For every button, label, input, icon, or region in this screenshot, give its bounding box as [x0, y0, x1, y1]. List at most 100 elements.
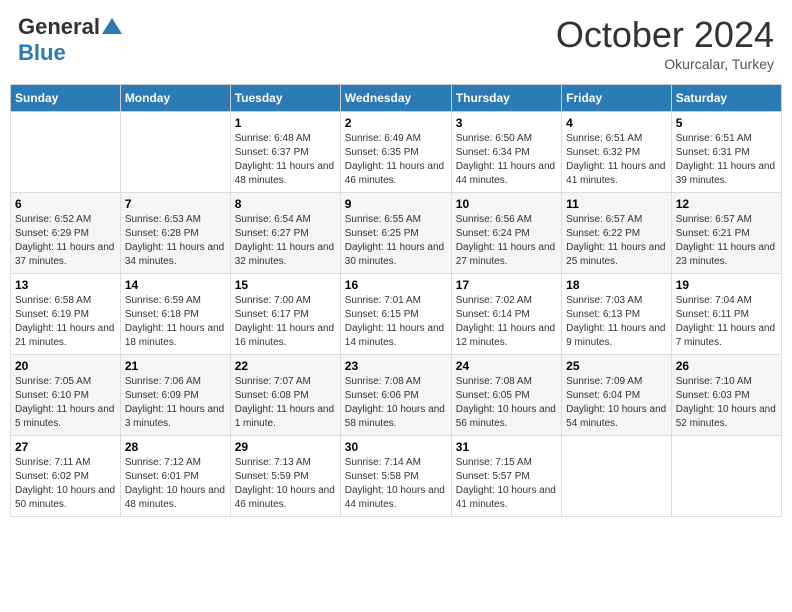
- day-number: 13: [15, 278, 116, 292]
- day-info: Sunrise: 6:57 AMSunset: 6:22 PMDaylight:…: [566, 213, 667, 269]
- day-number: 9: [345, 197, 447, 211]
- calendar-cell: [671, 436, 781, 517]
- calendar-cell: 17 Sunrise: 7:02 AMSunset: 6:14 PMDayligh…: [451, 274, 561, 355]
- week-row-2: 6 Sunrise: 6:52 AMSunset: 6:29 PMDaylight…: [11, 193, 782, 274]
- calendar-cell: 9Sunrise: 6:55 AMSunset: 6:25 PMDaylight…: [340, 193, 451, 274]
- day-info: Sunrise: 6:59 AMSunset: 6:18 PMDaylight:…: [125, 294, 226, 350]
- day-header-friday: Friday: [562, 85, 672, 112]
- calendar-cell: 27 Sunrise: 7:11 AMSunset: 6:02 PMDayligh…: [11, 436, 121, 517]
- calendar-cell: 29 Sunrise: 7:13 AMSunset: 5:59 PMDayligh…: [230, 436, 340, 517]
- day-number: 6: [15, 197, 116, 211]
- day-info: Sunrise: 7:02 AMSunset: 6:14 PMDaylight:…: [456, 294, 557, 350]
- calendar-cell: 23 Sunrise: 7:08 AMSunset: 6:06 PMDayligh…: [340, 355, 451, 436]
- calendar-cell: 19Sunrise: 7:04 AMSunset: 6:11 PMDayligh…: [671, 274, 781, 355]
- day-info: Sunrise: 6:48 AMSunset: 6:37 PMDaylight:…: [235, 132, 336, 188]
- calendar-cell: 11 Sunrise: 6:57 AMSunset: 6:22 PMDayligh…: [562, 193, 672, 274]
- calendar-cell: [11, 112, 121, 193]
- calendar-cell: 5Sunrise: 6:51 AMSunset: 6:31 PMDaylight…: [671, 112, 781, 193]
- calendar-cell: 22Sunrise: 7:07 AMSunset: 6:08 PMDayligh…: [230, 355, 340, 436]
- day-number: 30: [345, 440, 447, 454]
- day-info: Sunrise: 7:11 AMSunset: 6:02 PMDaylight:…: [15, 456, 116, 512]
- calendar-cell: [562, 436, 672, 517]
- logo-general-text: General: [18, 14, 100, 40]
- day-number: 11: [566, 197, 667, 211]
- calendar-cell: 26 Sunrise: 7:10 AMSunset: 6:03 PMDayligh…: [671, 355, 781, 436]
- day-header-sunday: Sunday: [11, 85, 121, 112]
- calendar-cell: 3Sunrise: 6:50 AMSunset: 6:34 PMDaylight…: [451, 112, 561, 193]
- day-info: Sunrise: 7:13 AMSunset: 5:59 PMDaylight:…: [235, 456, 336, 512]
- day-info: Sunrise: 7:03 AMSunset: 6:13 PMDaylight:…: [566, 294, 667, 350]
- calendar-cell: 28 Sunrise: 7:12 AMSunset: 6:01 PMDayligh…: [120, 436, 230, 517]
- day-number: 31: [456, 440, 557, 454]
- calendar-cell: 10 Sunrise: 6:56 AMSunset: 6:24 PMDayligh…: [451, 193, 561, 274]
- day-info: Sunrise: 7:12 AMSunset: 6:01 PMDaylight:…: [125, 456, 226, 512]
- day-number: 4: [566, 116, 667, 130]
- day-info: Sunrise: 6:57 AMSunset: 6:21 PMDaylight:…: [676, 213, 777, 269]
- calendar-cell: 31 Sunrise: 7:15 AMSunset: 5:57 PMDayligh…: [451, 436, 561, 517]
- day-info: Sunrise: 6:52 AMSunset: 6:29 PMDaylight:…: [15, 213, 116, 269]
- day-number: 18: [566, 278, 667, 292]
- day-info: Sunrise: 7:00 AMSunset: 6:17 PMDaylight:…: [235, 294, 336, 350]
- day-number: 25: [566, 359, 667, 373]
- calendar-cell: 14 Sunrise: 6:59 AMSunset: 6:18 PMDayligh…: [120, 274, 230, 355]
- calendar-cell: 4 Sunrise: 6:51 AMSunset: 6:32 PMDaylight…: [562, 112, 672, 193]
- day-number: 27: [15, 440, 116, 454]
- location: Okurcalar, Turkey: [556, 56, 774, 72]
- day-number: 1: [235, 116, 336, 130]
- day-number: 10: [456, 197, 557, 211]
- day-header-saturday: Saturday: [671, 85, 781, 112]
- calendar-cell: 8Sunrise: 6:54 AMSunset: 6:27 PMDaylight…: [230, 193, 340, 274]
- calendar-cell: 1 Sunrise: 6:48 AMSunset: 6:37 PMDaylight…: [230, 112, 340, 193]
- day-number: 15: [235, 278, 336, 292]
- day-number: 5: [676, 116, 777, 130]
- day-info: Sunrise: 6:50 AMSunset: 6:34 PMDaylight:…: [456, 132, 557, 188]
- title-section: October 2024 Okurcalar, Turkey: [556, 14, 774, 72]
- day-number: 14: [125, 278, 226, 292]
- day-info: Sunrise: 7:08 AMSunset: 6:06 PMDaylight:…: [345, 375, 447, 431]
- calendar-cell: 30 Sunrise: 7:14 AMSunset: 5:58 PMDayligh…: [340, 436, 451, 517]
- week-row-4: 20 Sunrise: 7:05 AMSunset: 6:10 PMDayligh…: [11, 355, 782, 436]
- calendar-cell: 6 Sunrise: 6:52 AMSunset: 6:29 PMDaylight…: [11, 193, 121, 274]
- day-info: Sunrise: 6:51 AMSunset: 6:32 PMDaylight:…: [566, 132, 667, 188]
- day-info: Sunrise: 6:56 AMSunset: 6:24 PMDaylight:…: [456, 213, 557, 269]
- day-number: 16: [345, 278, 447, 292]
- calendar-cell: 18 Sunrise: 7:03 AMSunset: 6:13 PMDayligh…: [562, 274, 672, 355]
- logo: General Blue: [18, 14, 122, 66]
- week-row-1: 1 Sunrise: 6:48 AMSunset: 6:37 PMDaylight…: [11, 112, 782, 193]
- week-row-5: 27 Sunrise: 7:11 AMSunset: 6:02 PMDayligh…: [11, 436, 782, 517]
- day-number: 21: [125, 359, 226, 373]
- day-info: Sunrise: 6:53 AMSunset: 6:28 PMDaylight:…: [125, 213, 226, 269]
- day-info: Sunrise: 7:15 AMSunset: 5:57 PMDaylight:…: [456, 456, 557, 512]
- calendar-cell: 7 Sunrise: 6:53 AMSunset: 6:28 PMDaylight…: [120, 193, 230, 274]
- day-info: Sunrise: 7:10 AMSunset: 6:03 PMDaylight:…: [676, 375, 777, 431]
- page-header: General Blue October 2024 Okurcalar, Tur…: [10, 10, 782, 76]
- month-title: October 2024: [556, 14, 774, 56]
- day-number: 7: [125, 197, 226, 211]
- day-number: 2: [345, 116, 447, 130]
- day-info: Sunrise: 6:49 AMSunset: 6:35 PMDaylight:…: [345, 132, 447, 188]
- day-header-wednesday: Wednesday: [340, 85, 451, 112]
- day-number: 23: [345, 359, 447, 373]
- day-info: Sunrise: 7:05 AMSunset: 6:10 PMDaylight:…: [15, 375, 116, 431]
- calendar-table: SundayMondayTuesdayWednesdayThursdayFrid…: [10, 84, 782, 517]
- day-number: 26: [676, 359, 777, 373]
- day-number: 28: [125, 440, 226, 454]
- day-info: Sunrise: 7:06 AMSunset: 6:09 PMDaylight:…: [125, 375, 226, 431]
- day-number: 8: [235, 197, 336, 211]
- day-info: Sunrise: 6:58 AMSunset: 6:19 PMDaylight:…: [15, 294, 116, 350]
- day-info: Sunrise: 7:08 AMSunset: 6:05 PMDaylight:…: [456, 375, 557, 431]
- calendar-cell: 20 Sunrise: 7:05 AMSunset: 6:10 PMDayligh…: [11, 355, 121, 436]
- day-number: 24: [456, 359, 557, 373]
- day-header-monday: Monday: [120, 85, 230, 112]
- day-header-thursday: Thursday: [451, 85, 561, 112]
- day-number: 20: [15, 359, 116, 373]
- week-row-3: 13 Sunrise: 6:58 AMSunset: 6:19 PMDayligh…: [11, 274, 782, 355]
- day-number: 17: [456, 278, 557, 292]
- day-number: 29: [235, 440, 336, 454]
- day-number: 22: [235, 359, 336, 373]
- calendar-cell: 24 Sunrise: 7:08 AMSunset: 6:05 PMDayligh…: [451, 355, 561, 436]
- logo-triangle-icon: [102, 18, 122, 34]
- day-info: Sunrise: 7:14 AMSunset: 5:58 PMDaylight:…: [345, 456, 447, 512]
- calendar-cell: 15 Sunrise: 7:00 AMSunset: 6:17 PMDayligh…: [230, 274, 340, 355]
- calendar-cell: 21 Sunrise: 7:06 AMSunset: 6:09 PMDayligh…: [120, 355, 230, 436]
